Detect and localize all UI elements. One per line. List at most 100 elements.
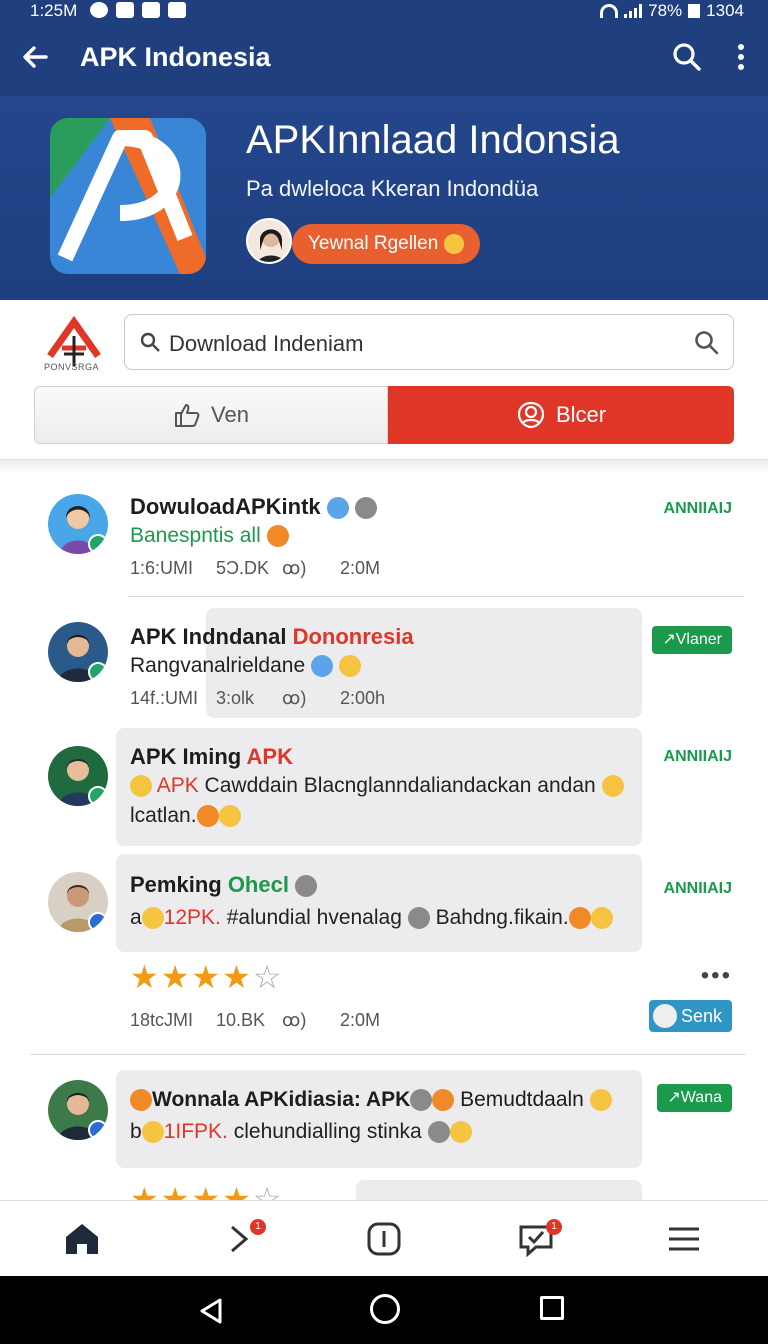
more-options-icon[interactable]: ••• — [701, 962, 732, 990]
bottle-emoji-icon — [130, 1089, 152, 1112]
post-title: Pemking Ohecl — [130, 872, 318, 898]
notification-icon — [168, 2, 186, 18]
verified-badge-icon — [88, 912, 108, 932]
party-emoji-icon — [141, 907, 164, 930]
search-section: PONVSRGA Download Indeniam Ven Blcer — [0, 300, 768, 460]
star-empty-icon: ☆ — [252, 959, 284, 995]
star-icon: ★ — [160, 1181, 192, 1200]
developer-name: Yewnal Rgellen — [308, 233, 439, 254]
post-time: 1:6:UMI — [130, 558, 194, 578]
user-emoji-icon — [295, 875, 318, 898]
post-feed[interactable]: DowuloadAPKintk Banespntis all 1:6:UMI 5… — [0, 474, 768, 1200]
system-recents-icon[interactable] — [540, 1296, 564, 1320]
post-text: b 1IFPK. clehundialling stinka — [130, 1120, 472, 1144]
system-navigation-bar — [0, 1276, 768, 1344]
star-icon: ★ — [222, 959, 253, 995]
post-title: APK Indndanal Dononresia — [130, 624, 414, 649]
back-arrow-icon[interactable] — [18, 40, 52, 74]
search-input[interactable]: Download Indeniam — [124, 314, 734, 370]
list-item[interactable]: APK Iming APK APK Cawddain Blacnglanndal… — [0, 720, 768, 846]
app-logo — [50, 118, 206, 274]
post-text-line2: lcatlan. — [130, 804, 241, 828]
avatar[interactable] — [48, 1080, 108, 1140]
battery-percent: 78% — [648, 1, 683, 20]
notification-icon — [90, 2, 108, 18]
notification-icon — [142, 2, 160, 18]
post-text: Banespntis all — [130, 524, 289, 548]
star-icon: ★ — [160, 959, 192, 995]
notification-badge: 1 — [250, 1219, 266, 1235]
star-empty-icon: ☆ — [252, 1181, 284, 1200]
list-item[interactable]: APK Indndanal Dononresia Rangvanalrielda… — [0, 596, 768, 720]
avatar[interactable] — [48, 622, 108, 682]
star-icon: ★ — [191, 1181, 223, 1200]
block-toggle-label: Blcer — [555, 402, 607, 427]
party-emoji-icon — [141, 1121, 164, 1144]
search-icon[interactable] — [670, 40, 704, 74]
notification-icon — [116, 2, 134, 18]
more-vertical-icon[interactable] — [724, 40, 758, 74]
user-emoji-icon — [407, 907, 430, 930]
search-icon — [140, 332, 160, 352]
party-emoji-icon — [338, 655, 361, 678]
post-title: DowuloadAPKintk — [130, 494, 377, 520]
home-icon[interactable] — [62, 1219, 102, 1259]
post-meta: 18tcJMI 10.BK ꝏ) 2:0M — [130, 1010, 380, 1031]
page-title: APK Indonesia — [80, 42, 271, 72]
thumbs-up-icon — [175, 404, 200, 427]
banner-title: APKInnlaad Indonsia — [246, 118, 620, 162]
wifi-icon — [600, 4, 619, 18]
battery-icon — [688, 4, 701, 18]
send-button[interactable]: Senk — [648, 1000, 732, 1032]
verified-badge-icon — [88, 1120, 108, 1140]
list-item[interactable]: Wonnala APKidiasia: APK Bemudtdaaln b 1IF… — [0, 1054, 768, 1200]
post-tag[interactable]: ANNIIAIJ — [664, 880, 732, 898]
post-text: APK Cawddain Blacnglanndaliandackan anda… — [130, 774, 624, 798]
top-app-bar: 1:25M 78% 1304 APK Indonesia — [0, 0, 768, 96]
view-toggle-button[interactable]: Ven — [34, 386, 388, 444]
user-emoji-icon — [410, 1089, 433, 1112]
menu-icon[interactable] — [664, 1219, 704, 1259]
post-likes: ꝏ) — [282, 1010, 307, 1030]
post-time: 14f.:UMI — [130, 688, 199, 708]
verified-badge-icon — [88, 534, 108, 554]
avatar[interactable] — [48, 746, 108, 806]
bottle-emoji-icon — [568, 907, 591, 930]
post-size: 2:00h — [340, 688, 386, 708]
status-right: 78% 1304 — [600, 0, 744, 22]
signal-icon — [624, 4, 643, 18]
bottle-emoji-icon — [196, 805, 219, 828]
post-action-button[interactable]: ↗Vlaner — [652, 626, 732, 654]
system-home-icon[interactable] — [370, 1294, 400, 1324]
developer-pill[interactable]: Yewnal Rgellen — [292, 224, 481, 264]
block-toggle-button[interactable]: Blcer — [388, 386, 734, 444]
post-meta: 14f.:UMI 3:olk ꝏ) 2:00h — [130, 688, 385, 709]
post-tag[interactable]: ANNIIAIJ — [664, 748, 732, 766]
view-toggle-label: Ven — [211, 402, 249, 427]
info-icon[interactable] — [364, 1219, 404, 1259]
bottle-emoji-icon — [310, 655, 333, 678]
developer-avatar[interactable] — [246, 218, 292, 264]
avatar[interactable] — [48, 872, 108, 932]
post-title: Wonnala APKidiasia: APK Bemudtdaaln — [130, 1088, 612, 1112]
post-downloads: 5Ͻ.DK — [216, 558, 270, 578]
user-emoji-icon — [427, 1121, 450, 1144]
post-tag[interactable]: ANNIIAIJ — [664, 500, 732, 518]
party-emoji-icon — [130, 775, 152, 798]
post-text: a 12PK. #alundial hvenalag Bahdng.fikain. — [130, 906, 613, 930]
party-emoji-icon — [449, 1121, 472, 1144]
avatar[interactable] — [48, 494, 108, 554]
system-back-icon[interactable] — [196, 1296, 226, 1326]
post-downloads: 3:olk — [216, 688, 255, 708]
star-icon: ★ — [130, 959, 161, 995]
party-emoji-icon — [601, 775, 624, 798]
post-bubble — [116, 854, 642, 952]
list-item[interactable]: Pemking Ohecl a 12PK. #alundial hvenalag … — [0, 846, 768, 1054]
notification-icons — [90, 2, 186, 18]
list-item[interactable]: DowuloadAPKintk Banespntis all 1:6:UMI 5… — [0, 474, 768, 596]
post-action-button[interactable]: ↗Wana — [657, 1084, 732, 1112]
search-submit-icon[interactable] — [693, 329, 719, 355]
post-text: Rangvanalrieldane — [130, 654, 361, 678]
party-emoji-icon — [218, 805, 241, 828]
verified-badge-icon — [88, 786, 108, 806]
